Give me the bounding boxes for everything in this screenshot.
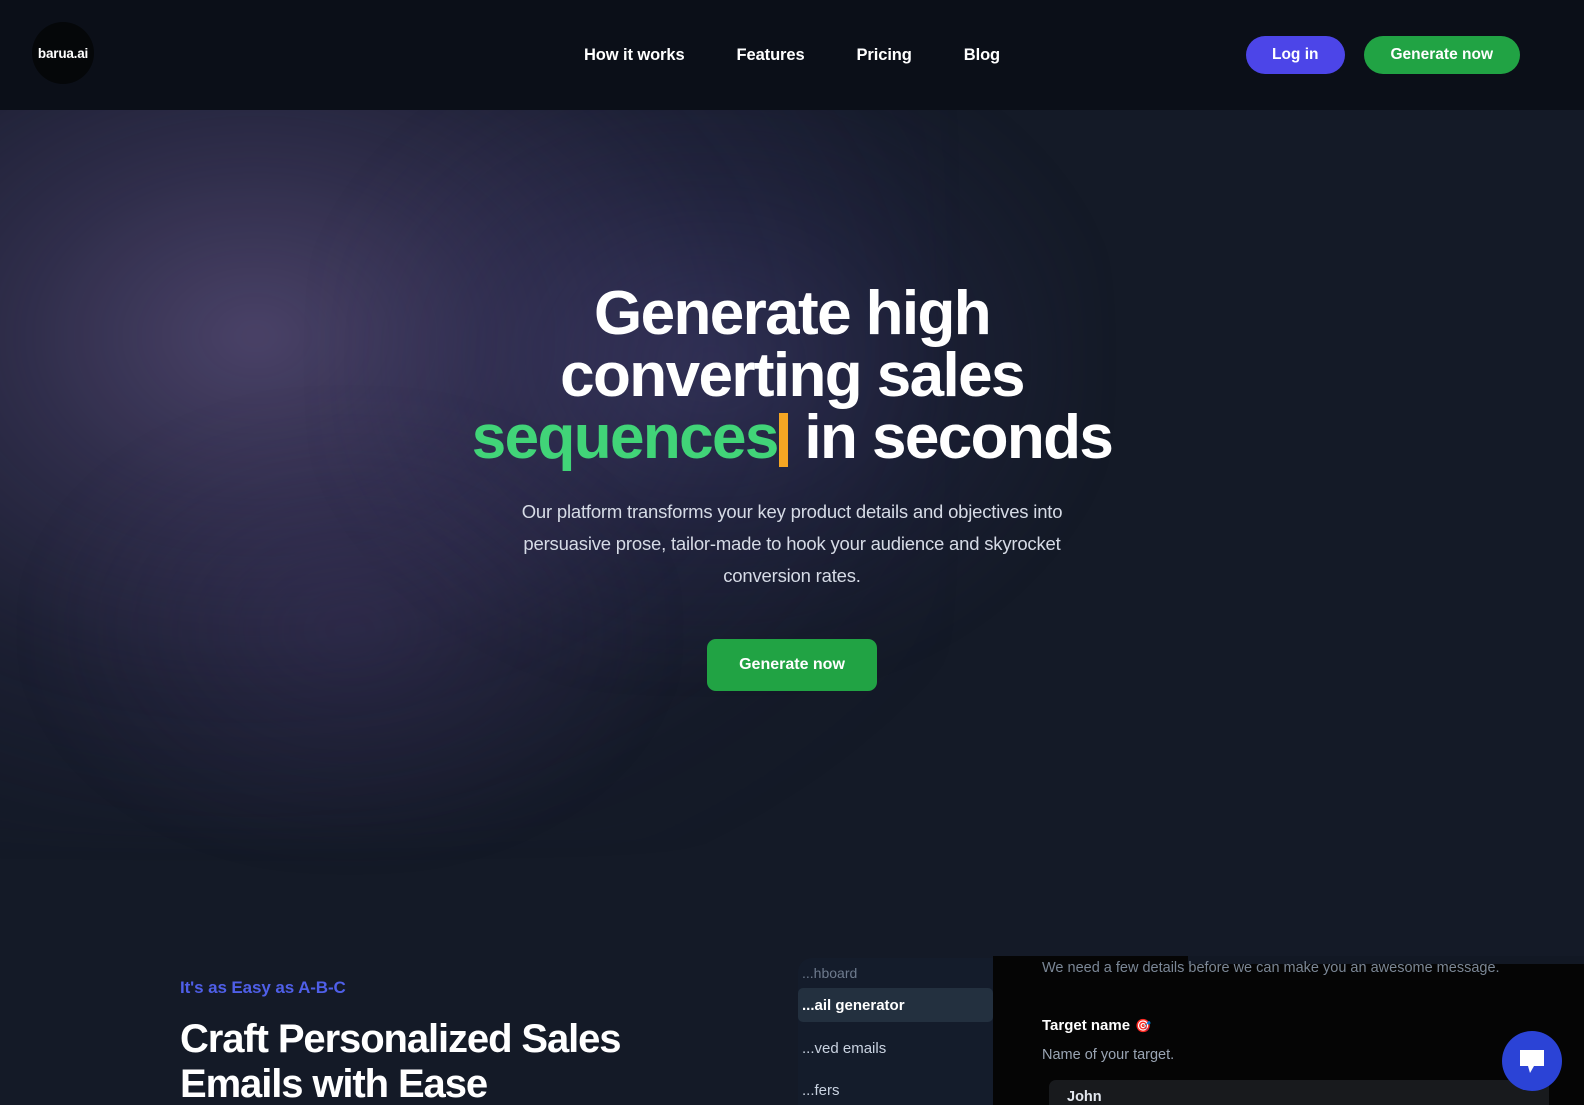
chat-widget-button[interactable] (1502, 1031, 1562, 1091)
abc-eyebrow: It's as Easy as A-B-C (180, 978, 346, 997)
target-emoji-icon: 🎯 (1135, 1018, 1152, 1033)
product-screenshot: ...hboard ...ail generator ...ved emails… (798, 956, 1584, 1105)
hero-title-tail: in seconds (788, 403, 1113, 472)
screenshot-sidebar-item-dashboard[interactable]: ...hboard (798, 958, 993, 988)
hero-title-accent-word: sequences (471, 403, 780, 472)
site-header: barua.ai How it works Features Pricing B… (0, 0, 1584, 110)
generate-now-header-button[interactable]: Generate now (1363, 36, 1520, 74)
nav-item-how-it-works[interactable]: How it works (584, 46, 685, 65)
nav-item-features[interactable]: Features (737, 46, 805, 65)
chat-bubble-icon (1520, 1050, 1544, 1073)
hero-title: Generate high converting sales sequences… (442, 283, 1142, 469)
header-actions: Log in Generate now (1246, 36, 1520, 74)
screenshot-sidebar: ...hboard ...ail generator ...ved emails… (798, 958, 993, 1105)
screenshot-sidebar-item-email-generator[interactable]: ...ail generator (798, 988, 993, 1022)
hero-subtitle: Our platform transforms your key product… (521, 501, 1063, 586)
screenshot-lead-text: We need a few details before we can make… (1042, 960, 1500, 976)
nav-item-blog[interactable]: Blog (964, 46, 1000, 65)
hero-section: Generate high converting sales sequences… (0, 110, 1584, 900)
screenshot-main-panel: We need a few details before we can make… (993, 956, 1584, 1105)
screenshot-sidebar-item-saved-emails[interactable]: ...ved emails (798, 1033, 993, 1063)
hero-title-line-2: converting sales (560, 341, 1025, 410)
screenshot-field-label-text: Target name (1042, 1017, 1131, 1034)
screenshot-sidebar-item-offers[interactable]: ...fers (798, 1075, 993, 1105)
generate-now-hero-button[interactable]: Generate now (707, 639, 877, 692)
abc-heading: Craft Personalized Sales Emails with Eas… (180, 1017, 622, 1105)
screenshot-field-label: Target name 🎯 (1042, 1017, 1151, 1034)
screenshot-target-name-input[interactable]: John (1049, 1080, 1549, 1105)
login-button[interactable]: Log in (1246, 36, 1345, 74)
landing-page: barua.ai How it works Features Pricing B… (0, 0, 1584, 1105)
hero-title-line-1: Generate high (593, 279, 992, 348)
typing-caret-icon (778, 413, 788, 467)
screenshot-field-help: Name of your target. (1042, 1047, 1175, 1063)
abc-section: It's as Easy as A-B-C Craft Personalized… (180, 978, 820, 1105)
nav-item-pricing[interactable]: Pricing (857, 46, 912, 65)
